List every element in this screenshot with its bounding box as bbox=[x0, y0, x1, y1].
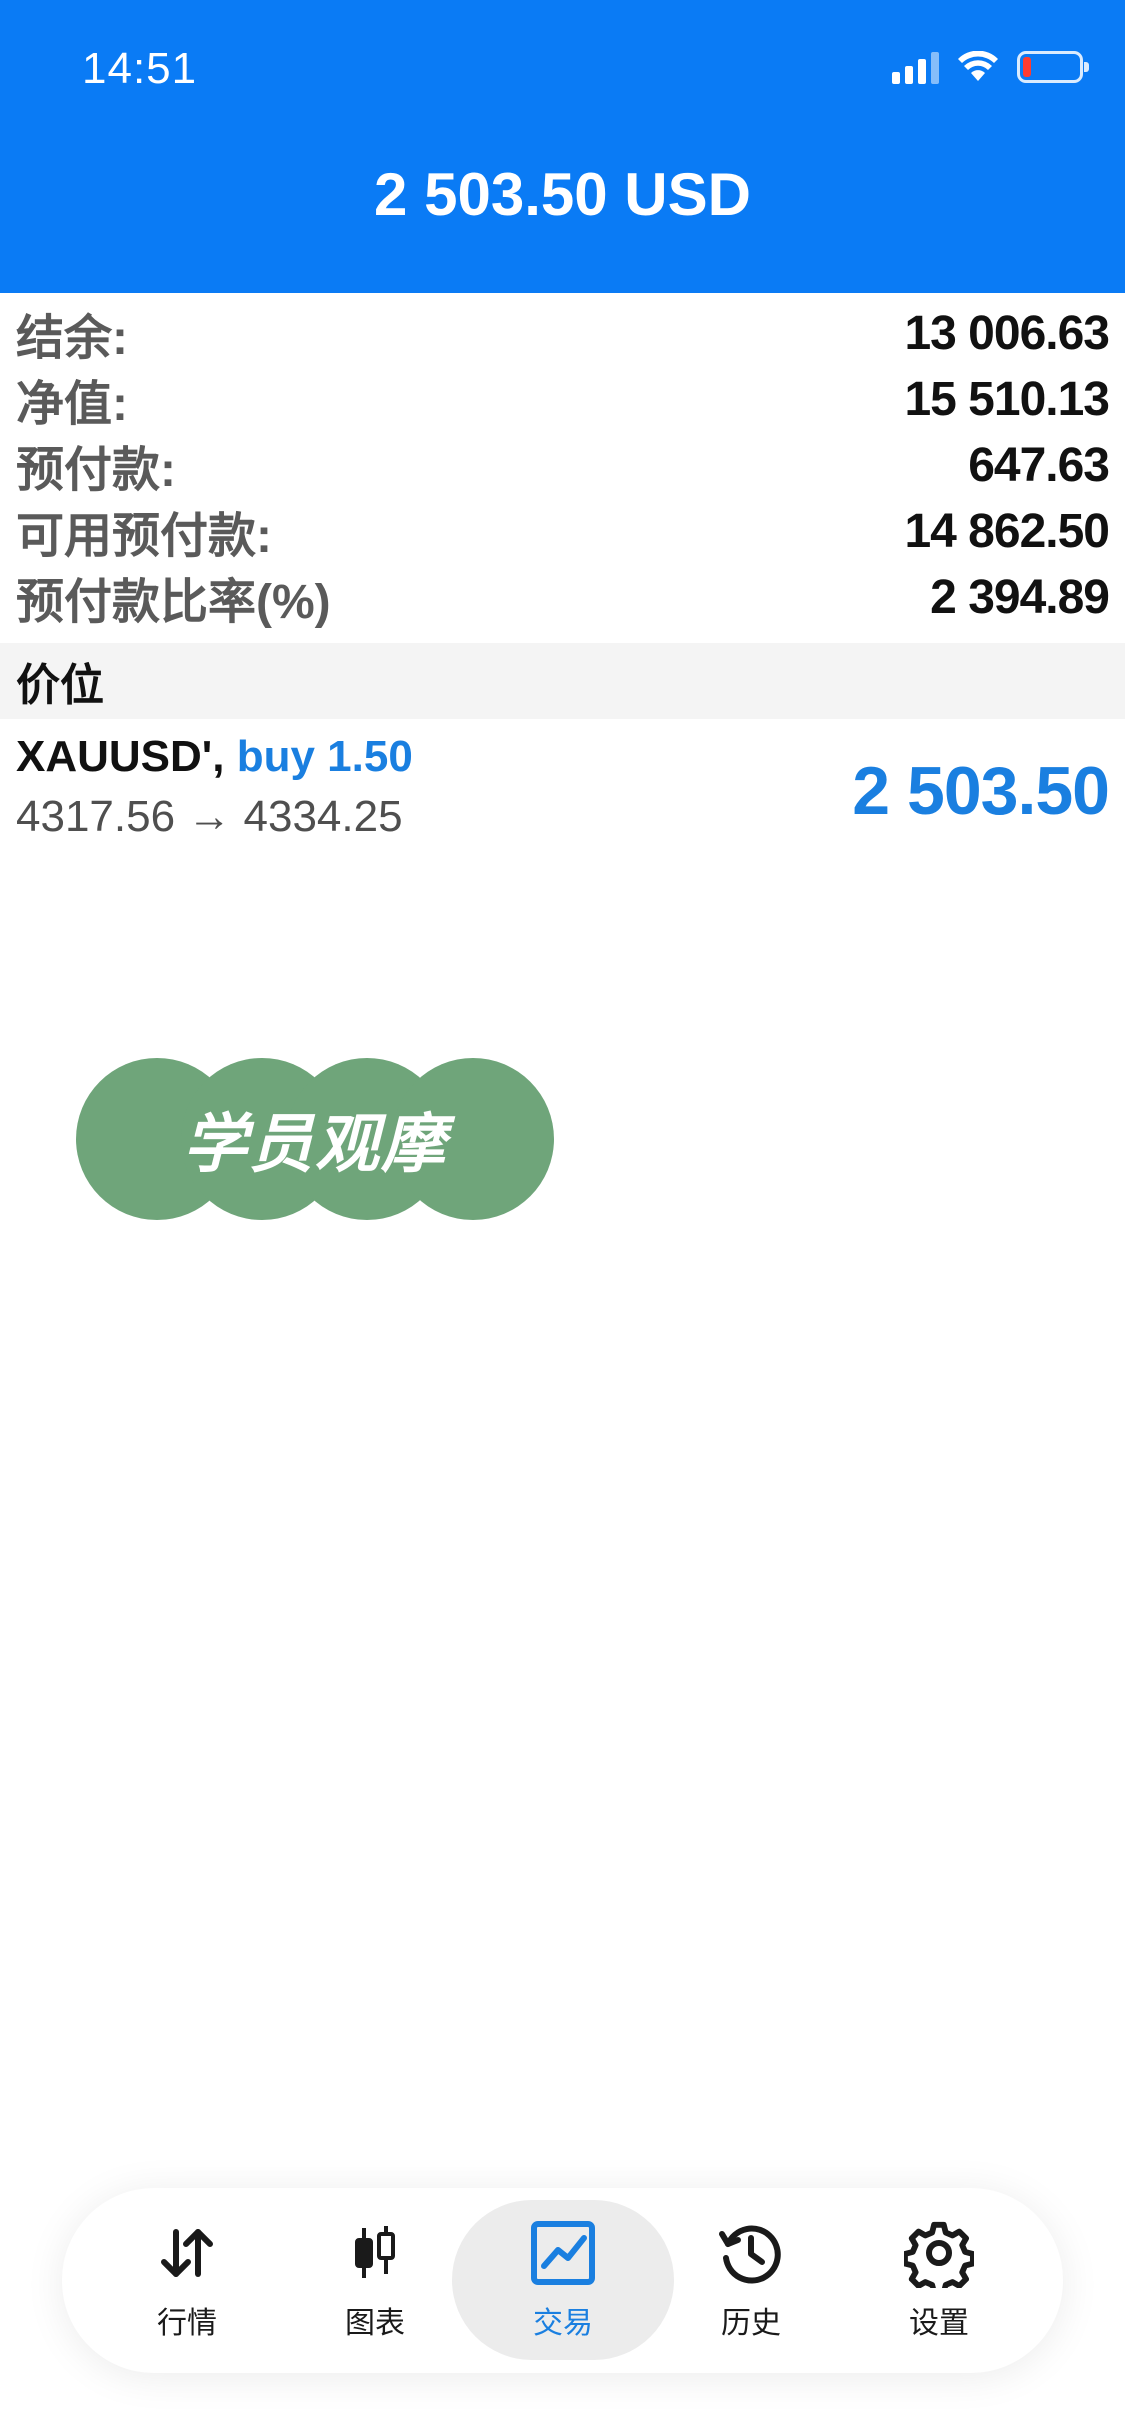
position-title: XAUUSD', buy 1.50 bbox=[16, 732, 413, 782]
watermark-text: 学员观摩 bbox=[183, 1108, 447, 1182]
cellular-signal-icon bbox=[892, 50, 939, 84]
balance-title: 2 503.50 USD bbox=[374, 161, 751, 228]
status-time: 14:51 bbox=[82, 44, 198, 93]
positions-section-header: 价位 bbox=[0, 643, 1125, 719]
account-label: 净值: bbox=[16, 378, 128, 431]
battery-icon bbox=[1017, 51, 1089, 83]
position-type: buy 1.50 bbox=[236, 732, 413, 781]
account-value: 2 394.89 bbox=[930, 570, 1110, 624]
tab-settings[interactable]: 设置 bbox=[828, 2200, 1050, 2360]
account-label: 预付款比率(%) bbox=[16, 576, 331, 629]
tab-label: 图表 bbox=[345, 2307, 405, 2340]
tab-label: 交易 bbox=[533, 2307, 593, 2340]
watermark-badge: 学员观摩 bbox=[76, 1058, 554, 1220]
tab-label: 行情 bbox=[157, 2307, 217, 2340]
header: 14:51 2 503.50 USD bbox=[0, 0, 1125, 293]
position-row[interactable]: XAUUSD', buy 1.50 4317.56 → 4334.25 2 50… bbox=[0, 722, 1125, 852]
candlestick-chart-icon bbox=[355, 2226, 395, 2278]
account-value: 15 510.13 bbox=[904, 372, 1110, 426]
wifi-icon bbox=[958, 51, 998, 81]
account-row-free-margin: 可用预付款: 14 862.50 bbox=[0, 498, 1125, 564]
account-row-balance: 结余: 13 006.63 bbox=[0, 300, 1125, 366]
account-value: 14 862.50 bbox=[904, 504, 1110, 558]
account-label: 可用预付款: bbox=[16, 510, 272, 563]
account-value: 13 006.63 bbox=[904, 306, 1110, 360]
account-value: 647.63 bbox=[968, 438, 1110, 492]
account-label: 预付款: bbox=[16, 444, 176, 497]
account-row-margin: 预付款: 647.63 bbox=[0, 432, 1125, 498]
trade-screen: 14:51 2 503.50 USD 结余: 13 006.63 净值: 15 … bbox=[0, 0, 1125, 2436]
trade-chart-icon bbox=[531, 2221, 595, 2285]
status-icons bbox=[892, 50, 1089, 84]
tab-label: 历史 bbox=[721, 2307, 781, 2340]
account-summary: 结余: 13 006.63 净值: 15 510.13 预付款: 647.63 … bbox=[0, 300, 1125, 630]
quotes-arrows-icon bbox=[161, 2229, 213, 2277]
settings-gear-icon bbox=[904, 2221, 974, 2288]
position-prices: 4317.56 → 4334.25 bbox=[16, 792, 403, 841]
account-row-equity: 净值: 15 510.13 bbox=[0, 366, 1125, 432]
position-symbol: XAUUSD', bbox=[16, 732, 225, 781]
history-clock-icon bbox=[719, 2225, 781, 2284]
tab-label: 设置 bbox=[909, 2307, 969, 2340]
position-profit: 2 503.50 bbox=[852, 753, 1110, 829]
bottom-tab-bar: 行情 图表 交易 历史 设置 bbox=[62, 2188, 1063, 2373]
account-row-margin-level: 预付款比率(%) 2 394.89 bbox=[0, 564, 1125, 630]
account-label: 结余: bbox=[16, 312, 128, 365]
